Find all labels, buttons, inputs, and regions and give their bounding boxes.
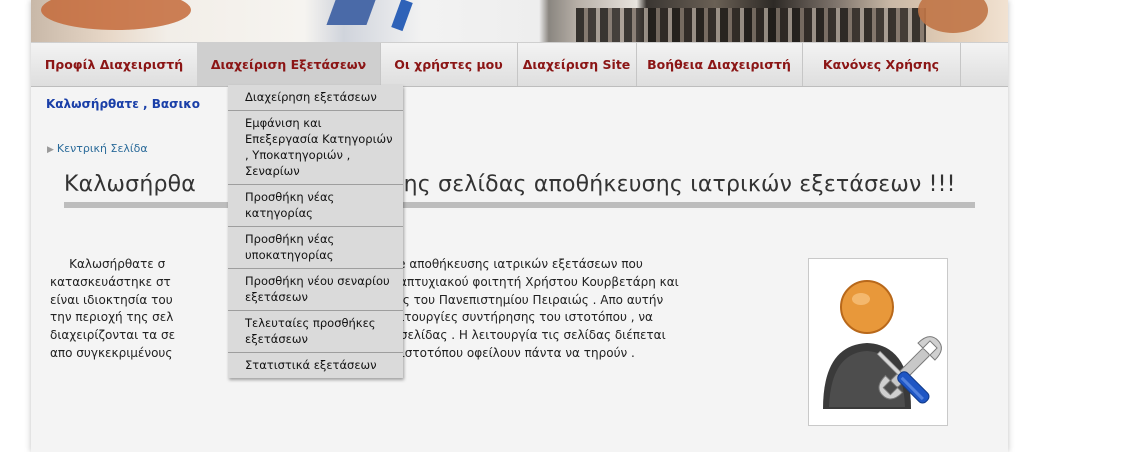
breadcrumb: ▶ Κεντρική Σελίδα: [47, 142, 148, 155]
nav-item-admin-help[interactable]: Βοήθεια Διαχειριστή: [636, 43, 803, 86]
menu-item-latest-exams[interactable]: Τελευταίες προσθήκες εξετάσεων: [228, 311, 403, 353]
nav-item-terms-of-use[interactable]: Κανόνες Χρήσης: [802, 43, 961, 86]
menu-item-view-edit-categories[interactable]: Εμφάνιση και Επεξεργασία Κατηγοριών , Υπ…: [228, 111, 403, 185]
nav-item-exam-management[interactable]: Διαχείριση Εξετάσεων: [197, 43, 381, 86]
menu-item-manage-exams[interactable]: Διαχείρηση εξετάσεων: [228, 85, 403, 111]
nav-item-admin-profile[interactable]: Προφίλ Διαχειριστή: [31, 43, 198, 86]
admin-image: [808, 258, 948, 426]
menu-item-add-category[interactable]: Προσθήκη νέας κατηγορίας: [228, 185, 403, 227]
menu-item-add-subcategory[interactable]: Προσθήκη νέας υποκατηγορίας: [228, 227, 403, 269]
welcome-message: Καλωσήρθατε , Βασικο: [46, 97, 200, 111]
page-container: Προφίλ Διαχειριστή Διαχείριση Εξετάσεων …: [31, 0, 1008, 452]
menu-item-exam-statistics[interactable]: Στατιστικά εξετάσεων: [228, 353, 403, 378]
menu-item-add-exam-scenario[interactable]: Προσθήκη νέου σεναρίου εξετάσεων: [228, 269, 403, 311]
title-divider: [64, 202, 975, 208]
header-banner-image: [31, 0, 1008, 42]
arrow-right-icon: ▶: [47, 145, 54, 155]
breadcrumb-home-link[interactable]: Κεντρική Σελίδα: [57, 142, 148, 155]
admin-tools-icon: [823, 280, 942, 409]
page-title: Καλωσήρθα ιση της σελίδας αποθήκευσης ια…: [64, 172, 956, 197]
nav-item-my-users[interactable]: Οι χρήστες μου: [380, 43, 518, 86]
exam-management-dropdown-menu: Διαχείρηση εξετάσεων Εμφάνιση και Επεξερ…: [228, 85, 403, 378]
nav-item-site-management[interactable]: Διαχείριση Site: [517, 43, 637, 86]
main-nav: Προφίλ Διαχειριστή Διαχείριση Εξετάσεων …: [31, 42, 1008, 87]
